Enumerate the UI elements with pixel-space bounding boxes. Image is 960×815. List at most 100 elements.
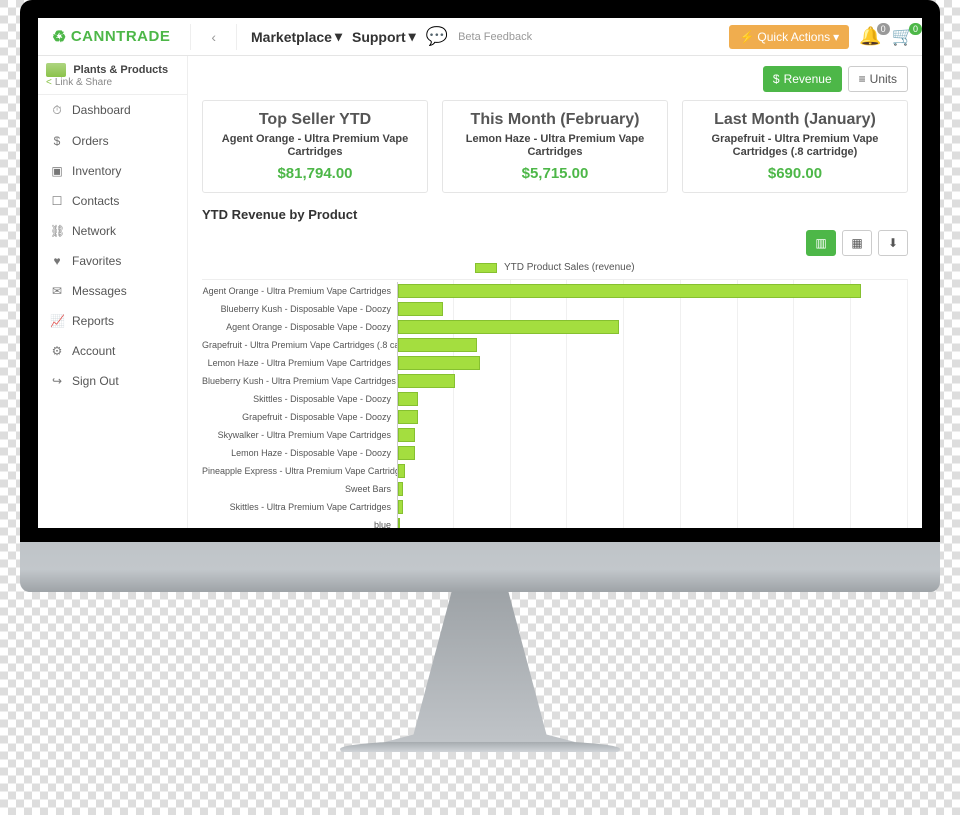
chart-bar-track: [397, 498, 908, 516]
chart-bar-label: Lemon Haze - Disposable Vape - Doozy: [202, 448, 397, 458]
link-share-button[interactable]: < Link & Share: [46, 77, 179, 88]
app-screen: ♻ CANNTRADE ‹ Marketplace ▾ Support ▾ 💬 …: [38, 18, 922, 528]
sidebar-item-label: Orders: [72, 134, 109, 148]
heart-icon: ♥: [50, 254, 64, 268]
sidebar-item-orders[interactable]: $ Orders: [38, 126, 187, 156]
nav-back-button[interactable]: ‹: [205, 29, 222, 45]
brand-name: CANNTRADE: [71, 28, 171, 45]
chart-bar-track: [397, 480, 908, 498]
chart-bar: [398, 428, 415, 442]
revenue-toggle-button[interactable]: $ Revenue: [763, 66, 842, 92]
chart-bar: [398, 338, 477, 352]
chart-row: Grapefruit - Disposable Vape - Doozy: [202, 408, 908, 426]
sidebar-item-label: Inventory: [72, 164, 121, 178]
chart-bar-track: [397, 282, 908, 300]
notifications-button[interactable]: 🔔 0: [859, 26, 881, 47]
monitor-bezel: ♻ CANNTRADE ‹ Marketplace ▾ Support ▾ 💬 …: [20, 0, 940, 542]
chart-bar-label: Blueberry Kush - Ultra Premium Vape Cart…: [202, 376, 397, 386]
nav-marketplace[interactable]: Marketplace ▾: [251, 28, 342, 45]
chart-bar: [398, 374, 455, 388]
chart-bar-label: Grapefruit - Ultra Premium Vape Cartridg…: [202, 340, 397, 350]
top-navbar: ♻ CANNTRADE ‹ Marketplace ▾ Support ▾ 💬 …: [38, 18, 922, 56]
chart-bar: [398, 482, 403, 496]
monitor-base: [20, 542, 940, 592]
sidebar-item-inventory[interactable]: ▣Inventory: [38, 156, 187, 186]
quick-actions-button[interactable]: ⚡ Quick Actions ▾: [729, 25, 849, 49]
quick-actions-label: Quick Actions: [757, 30, 830, 44]
chart-bar: [398, 356, 480, 370]
divider: [190, 24, 191, 50]
chart-bar-label: Blueberry Kush - Disposable Vape - Doozy: [202, 304, 397, 314]
chart-bar-track: [397, 444, 908, 462]
chart-tools: ▥ ▦ ⬇: [202, 230, 908, 256]
units-toggle-button[interactable]: ≡ Units: [848, 66, 908, 92]
chart-bar: [398, 500, 403, 514]
sidebar-header: Plants & Products < Link & Share: [38, 56, 187, 95]
card-product: Lemon Haze - Ultra Premium Vape Cartridg…: [451, 133, 659, 159]
chart-bar-track: [397, 372, 908, 390]
sidebar-item-signout[interactable]: ↪Sign Out: [38, 366, 187, 396]
chart-row: Blueberry Kush - Ultra Premium Vape Cart…: [202, 372, 908, 390]
sidebar-item-network[interactable]: ⛓Network: [38, 216, 187, 246]
chart-view-button[interactable]: ▥: [806, 230, 836, 256]
dashboard-icon: ⏱: [50, 103, 64, 118]
legend-label: YTD Product Sales (revenue): [504, 262, 635, 273]
sidebar-item-label: Contacts: [72, 194, 119, 208]
chart-bar-label: Skittles - Disposable Vape - Doozy: [202, 394, 397, 404]
gear-icon: ⚙: [50, 344, 64, 358]
summary-cards: Top Seller YTD Agent Orange - Ultra Prem…: [202, 100, 908, 193]
chart-row: Agent Orange - Ultra Premium Vape Cartri…: [202, 282, 908, 300]
nav-marketplace-label: Marketplace: [251, 29, 332, 45]
card-product: Grapefruit - Ultra Premium Vape Cartridg…: [691, 133, 899, 159]
chart-bar-label: Pineapple Express - Ultra Premium Vape C…: [202, 466, 397, 476]
chart-bar-track: [397, 462, 908, 480]
monitor-frame: ♻ CANNTRADE ‹ Marketplace ▾ Support ▾ 💬 …: [20, 0, 940, 752]
sidebar-item-favorites[interactable]: ♥Favorites: [38, 246, 187, 276]
sidebar-item-dashboard[interactable]: ⏱Dashboard: [38, 95, 187, 126]
bar-chart-icon: ▥: [815, 236, 826, 250]
sidebar-nav: ⏱Dashboard $Orders ▣Inventory ☐Contacts …: [38, 95, 187, 396]
nav-support[interactable]: Support ▾: [352, 28, 416, 45]
sidebar-item-label: Sign Out: [72, 374, 119, 388]
chart-row: Lemon Haze - Ultra Premium Vape Cartridg…: [202, 354, 908, 372]
list-icon: ≡: [859, 72, 866, 86]
revenue-bar-chart: Agent Orange - Ultra Premium Vape Cartri…: [202, 279, 908, 528]
beta-feedback-link[interactable]: Beta Feedback: [458, 31, 532, 43]
chart-row: Sweet Bars: [202, 480, 908, 498]
table-view-button[interactable]: ▦: [842, 230, 872, 256]
cart-count: 0: [909, 23, 922, 35]
sidebar-item-messages[interactable]: ✉Messages: [38, 276, 187, 306]
view-toggle-row: $ Revenue ≡ Units: [202, 66, 908, 92]
chart-bar-track: [397, 300, 908, 318]
chart-bar-label: Agent Orange - Ultra Premium Vape Cartri…: [202, 286, 397, 296]
monitor-stand: [385, 592, 575, 742]
chart-bar-label: Sweet Bars: [202, 484, 397, 494]
cart-button[interactable]: 🛒 0: [892, 26, 914, 47]
main-content: $ Revenue ≡ Units Top Seller YTD Agent O…: [188, 56, 922, 528]
sidebar-item-label: Account: [72, 344, 115, 358]
units-toggle-label: Units: [870, 72, 897, 86]
app-body: Plants & Products < Link & Share ⏱Dashbo…: [38, 56, 922, 528]
sidebar-item-label: Network: [72, 224, 116, 238]
chart-bar-track: [397, 336, 908, 354]
card-icon: ☐: [50, 194, 64, 208]
nav-support-label: Support: [352, 29, 406, 45]
chart-row: Skittles - Disposable Vape - Doozy: [202, 390, 908, 408]
chart-bar-label: Skywalker - Ultra Premium Vape Cartridge…: [202, 430, 397, 440]
caret-down-icon: ▾: [833, 30, 839, 44]
brand-logo[interactable]: ♻ CANNTRADE: [46, 27, 176, 47]
chart-bar-label: blue: [202, 520, 397, 528]
card-title: Last Month (January): [691, 111, 899, 129]
card-top-seller-ytd: Top Seller YTD Agent Orange - Ultra Prem…: [202, 100, 428, 193]
chart-bar: [398, 320, 619, 334]
chart-row: Agent Orange - Disposable Vape - Doozy: [202, 318, 908, 336]
sidebar-item-account[interactable]: ⚙ Account: [38, 336, 187, 366]
dollar-icon: $: [50, 134, 64, 148]
chart-bar-label: Lemon Haze - Ultra Premium Vape Cartridg…: [202, 358, 397, 368]
chart-legend: YTD Product Sales (revenue): [202, 262, 908, 273]
chat-icon[interactable]: 💬: [426, 26, 448, 47]
sidebar-item-reports[interactable]: 📈Reports: [38, 306, 187, 336]
sidebar-item-contacts[interactable]: ☐ Contacts: [38, 186, 187, 216]
download-button[interactable]: ⬇: [878, 230, 908, 256]
chart-bar: [398, 284, 861, 298]
